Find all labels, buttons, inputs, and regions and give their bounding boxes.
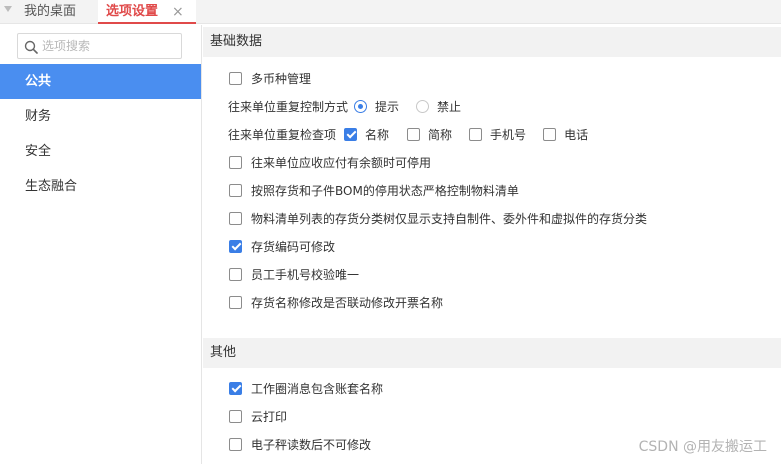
section-header-other: 其他	[203, 338, 781, 368]
radio-button[interactable]	[354, 99, 368, 113]
tab-scroll-icon[interactable]	[4, 6, 12, 12]
radio-option-forbid[interactable]: 禁止	[416, 98, 461, 115]
option-label: 往来单位应收应付有余额时可停用	[251, 155, 432, 170]
option-label: 员工手机号校验唯一	[251, 267, 360, 282]
checkbox[interactable]	[229, 183, 242, 197]
check-option-short-name[interactable]: 简称	[407, 126, 452, 143]
checkbox[interactable]	[229, 295, 242, 309]
section-header-basic: 基础数据	[203, 27, 781, 57]
option-label: 存货编码可修改	[251, 239, 336, 254]
tab-options-settings-label: 选项设置	[106, 4, 159, 19]
close-icon[interactable]: ×	[172, 0, 184, 24]
sidebar-nav: 公共 财务 安全 生态融合	[0, 64, 201, 204]
option-dup-control: 往来单位重复控制方式 提示 禁止	[228, 96, 461, 116]
sidebar-item-ecosystem[interactable]: 生态融合	[0, 169, 201, 204]
sidebar-item-security[interactable]: 安全	[0, 134, 201, 169]
option-bom-tree[interactable]: 物料清单列表的存货分类树仅显示支持自制件、委外件和虚拟件的存货分类	[229, 208, 647, 228]
tab-my-desktop[interactable]: 我的桌面	[24, 0, 76, 24]
option-label: 存货名称修改是否联动修改开票名称	[251, 295, 444, 310]
checkbox[interactable]	[229, 71, 242, 85]
option-workspace-msg[interactable]: 工作圈消息包含账套名称	[229, 378, 383, 398]
check-option-name[interactable]: 名称	[344, 126, 389, 143]
option-code-editable[interactable]: 存货编码可修改	[229, 236, 335, 256]
check-label: 电话	[564, 127, 589, 142]
checkbox[interactable]	[229, 409, 242, 423]
sidebar: 公共 财务 安全 生态融合	[0, 25, 202, 464]
checkbox[interactable]	[229, 437, 242, 451]
checkbox[interactable]	[229, 267, 242, 281]
search-box	[17, 33, 182, 59]
settings-panel: 基础数据 多币种管理 往来单位重复控制方式 提示 禁止 往来单位重复检查项 名称…	[203, 25, 781, 464]
sidebar-item-public[interactable]: 公共	[0, 64, 201, 99]
checkbox[interactable]	[229, 239, 242, 253]
search-icon	[24, 40, 38, 54]
option-label: 物料清单列表的存货分类树仅显示支持自制件、委外件和虚拟件的存货分类	[251, 211, 648, 226]
option-label: 工作圈消息包含账套名称	[251, 381, 384, 396]
checkbox[interactable]	[344, 127, 358, 141]
check-option-mobile[interactable]: 手机号	[469, 126, 526, 143]
checkbox[interactable]	[229, 381, 242, 395]
checkbox[interactable]	[407, 127, 421, 141]
tab-options-settings[interactable]: 选项设置 ×	[98, 0, 196, 24]
option-disable-with-balance[interactable]: 往来单位应收应付有余额时可停用	[229, 152, 431, 172]
option-label: 电子秤读数后不可修改	[251, 437, 372, 452]
checkbox[interactable]	[543, 127, 557, 141]
radio-label: 提示	[375, 99, 400, 114]
check-option-phone[interactable]: 电话	[543, 126, 588, 143]
watermark: CSDN @用友搬运工	[638, 439, 767, 455]
check-label: 简称	[428, 127, 453, 142]
radio-option-prompt[interactable]: 提示	[354, 98, 399, 115]
option-multi-currency[interactable]: 多币种管理	[229, 68, 311, 88]
check-label: 名称	[365, 127, 390, 142]
option-bom-control[interactable]: 按照存货和子件BOM的停用状态严格控制物料清单	[229, 180, 519, 200]
option-label: 往来单位重复检查项	[228, 127, 337, 142]
option-label: 按照存货和子件BOM的停用状态严格控制物料清单	[251, 183, 519, 198]
option-cloud-print[interactable]: 云打印	[229, 406, 287, 426]
radio-label: 禁止	[437, 99, 462, 114]
tab-bar: 我的桌面 选项设置 ×	[0, 0, 781, 24]
checkbox[interactable]	[229, 211, 242, 225]
option-phone-unique[interactable]: 员工手机号校验唯一	[229, 264, 359, 284]
option-label: 往来单位重复控制方式	[228, 99, 349, 114]
sidebar-item-finance[interactable]: 财务	[0, 99, 201, 134]
check-label: 手机号	[490, 127, 527, 142]
option-label: 云打印	[251, 409, 288, 424]
option-scale-lock[interactable]: 电子秤读数后不可修改	[229, 434, 371, 454]
option-dup-check: 往来单位重复检查项 名称 简称 手机号 电话	[228, 124, 588, 144]
checkbox[interactable]	[229, 155, 242, 169]
option-name-link[interactable]: 存货名称修改是否联动修改开票名称	[229, 292, 443, 312]
radio-button[interactable]	[416, 99, 430, 113]
option-label: 多币种管理	[251, 71, 312, 86]
checkbox[interactable]	[469, 127, 483, 141]
search-input[interactable]	[42, 37, 177, 55]
